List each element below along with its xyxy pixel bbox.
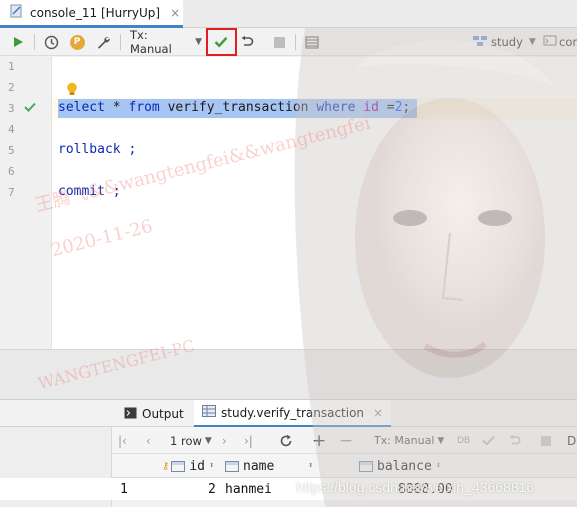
- keyword-where: where: [316, 100, 356, 115]
- column-icon: [171, 460, 186, 472]
- grid-tx-mode-label: Tx: Manual: [374, 434, 435, 447]
- toolbar-separator: [120, 34, 121, 50]
- p-badge-icon[interactable]: P: [68, 32, 86, 52]
- output-icon: [124, 407, 137, 422]
- tab-console-label: console_11 [HurryUp]: [30, 5, 161, 20]
- sort-icon[interactable]: ⬍: [436, 461, 441, 471]
- sort-icon[interactable]: ⬍: [308, 461, 313, 471]
- tab-result-table[interactable]: study.verify_transaction ×: [194, 400, 392, 428]
- line-number: 5: [8, 144, 15, 157]
- next-page-icon[interactable]: ›: [222, 431, 227, 450]
- grid-tx-mode-dropdown[interactable]: Tx: Manual ▼: [374, 431, 444, 450]
- history-icon[interactable]: [41, 32, 61, 52]
- column-header-balance[interactable]: balance ⬍: [359, 454, 441, 478]
- run-icon[interactable]: [9, 32, 27, 52]
- keyword-select: select: [58, 100, 105, 115]
- tab-console[interactable]: console_11 [HurryUp] ×: [0, 0, 183, 28]
- grid-rollback-icon[interactable]: [508, 431, 521, 450]
- console-selector[interactable]: con: [543, 32, 577, 52]
- chevron-down-icon: ▼: [437, 435, 445, 446]
- tab-result-table-label: study.verify_transaction: [221, 405, 365, 420]
- close-icon[interactable]: ×: [373, 406, 383, 420]
- first-page-icon[interactable]: |‹: [118, 431, 127, 450]
- last-page-icon[interactable]: ›|: [244, 431, 253, 450]
- executed-check-icon: [24, 101, 36, 115]
- remove-row-icon[interactable]: −: [339, 431, 353, 451]
- column-header-name[interactable]: name: [225, 454, 274, 478]
- close-icon[interactable]: ×: [170, 6, 180, 20]
- cell-balance[interactable]: 8888.00: [398, 478, 453, 500]
- lightbulb-icon[interactable]: [66, 82, 78, 100]
- editor-results-divider[interactable]: [0, 349, 577, 399]
- row-index: 1: [120, 481, 128, 497]
- column-icon: [359, 460, 373, 472]
- cell-name[interactable]: hanmei: [225, 478, 272, 500]
- column-icon: [225, 460, 239, 472]
- code-line-3[interactable]: select * from verify_transaction where i…: [58, 100, 410, 115]
- cell-id[interactable]: 2: [208, 478, 216, 500]
- code-column-id: id: [363, 100, 379, 115]
- column-header-id-label: id: [189, 458, 205, 474]
- line-number: 4: [8, 123, 15, 136]
- chevron-down-icon: ▼: [195, 37, 202, 47]
- sql-editor[interactable]: 1 2 3 4 5 6 7 select * from verify_trans…: [0, 57, 577, 349]
- sql-file-icon: [10, 4, 24, 21]
- ddl-icon[interactable]: D: [567, 431, 576, 450]
- db-icon[interactable]: DB: [457, 431, 470, 450]
- line-number: 6: [8, 165, 15, 178]
- add-row-icon[interactable]: +: [312, 431, 326, 451]
- line-number: 1: [8, 60, 15, 73]
- column-header-id[interactable]: ⚷ id ⬍: [162, 454, 214, 478]
- rows-dropdown[interactable]: 1 row ▼: [170, 431, 212, 450]
- commit-highlight-box: [206, 28, 237, 56]
- prev-page-icon[interactable]: ‹: [146, 431, 151, 450]
- table-icon: [202, 405, 216, 420]
- line-number: 7: [8, 186, 15, 199]
- schema-selector[interactable]: study ▼: [472, 32, 536, 52]
- editor-tab-bar: console_11 [HurryUp] ×: [0, 0, 577, 28]
- sort-icon[interactable]: ⬍: [209, 461, 214, 471]
- tab-output[interactable]: Output: [124, 400, 184, 428]
- table-view-icon[interactable]: [303, 32, 321, 52]
- grid-commit-icon[interactable]: [482, 431, 495, 450]
- results-grid-header: ⚷ id ⬍ name ⬍ balance ⬍: [112, 454, 577, 478]
- code-equals: =: [378, 100, 395, 115]
- console-toolbar: P Tx: Manual ▼ study ▼ con: [0, 28, 577, 56]
- key-icon: ⚷: [162, 460, 170, 472]
- code-table-name: verify_transaction: [159, 100, 317, 115]
- stop-icon[interactable]: [270, 32, 288, 52]
- code-semicolon: ;: [402, 100, 411, 115]
- p-badge-label: P: [69, 34, 85, 50]
- schema-icon: [472, 34, 488, 50]
- column-header-name-label: name: [243, 458, 275, 474]
- console-icon: [543, 34, 557, 50]
- column-header-balance-label: balance: [377, 458, 432, 474]
- toolbar-separator: [295, 34, 296, 50]
- line-number: 3: [8, 102, 15, 115]
- chevron-down-icon: ▼: [528, 37, 536, 47]
- toolbar-separator: [34, 34, 35, 50]
- tx-mode-label: Tx: Manual: [130, 28, 172, 56]
- column-sort-name[interactable]: ⬍: [308, 454, 313, 478]
- keyword-from: from: [128, 100, 160, 115]
- code-line-5[interactable]: rollback ;: [58, 142, 136, 157]
- results-grid-toolbar: |‹ ‹ 1 row ▼ › ›| + − Tx: Manual ▼ DB D: [112, 427, 577, 454]
- schema-label: study: [491, 35, 523, 49]
- rows-dropdown-label: 1 row: [170, 433, 202, 448]
- tab-output-label: Output: [142, 407, 184, 421]
- line-number: 2: [8, 81, 15, 94]
- grid-stop-icon[interactable]: [541, 431, 551, 450]
- code-star: *: [104, 100, 129, 115]
- console-label: con: [559, 35, 577, 49]
- chevron-down-icon: ▼: [204, 435, 212, 446]
- tx-mode-dropdown[interactable]: Tx: Manual ▼: [130, 28, 202, 56]
- table-row[interactable]: 1 2 hanmei 8888.00: [0, 478, 577, 500]
- code-line-7[interactable]: commit ;: [58, 184, 121, 199]
- results-tab-bar: Output study.verify_transaction ×: [0, 399, 577, 428]
- wrench-icon[interactable]: [93, 32, 113, 52]
- refresh-icon[interactable]: [279, 431, 293, 450]
- rollback-icon[interactable]: [238, 32, 256, 52]
